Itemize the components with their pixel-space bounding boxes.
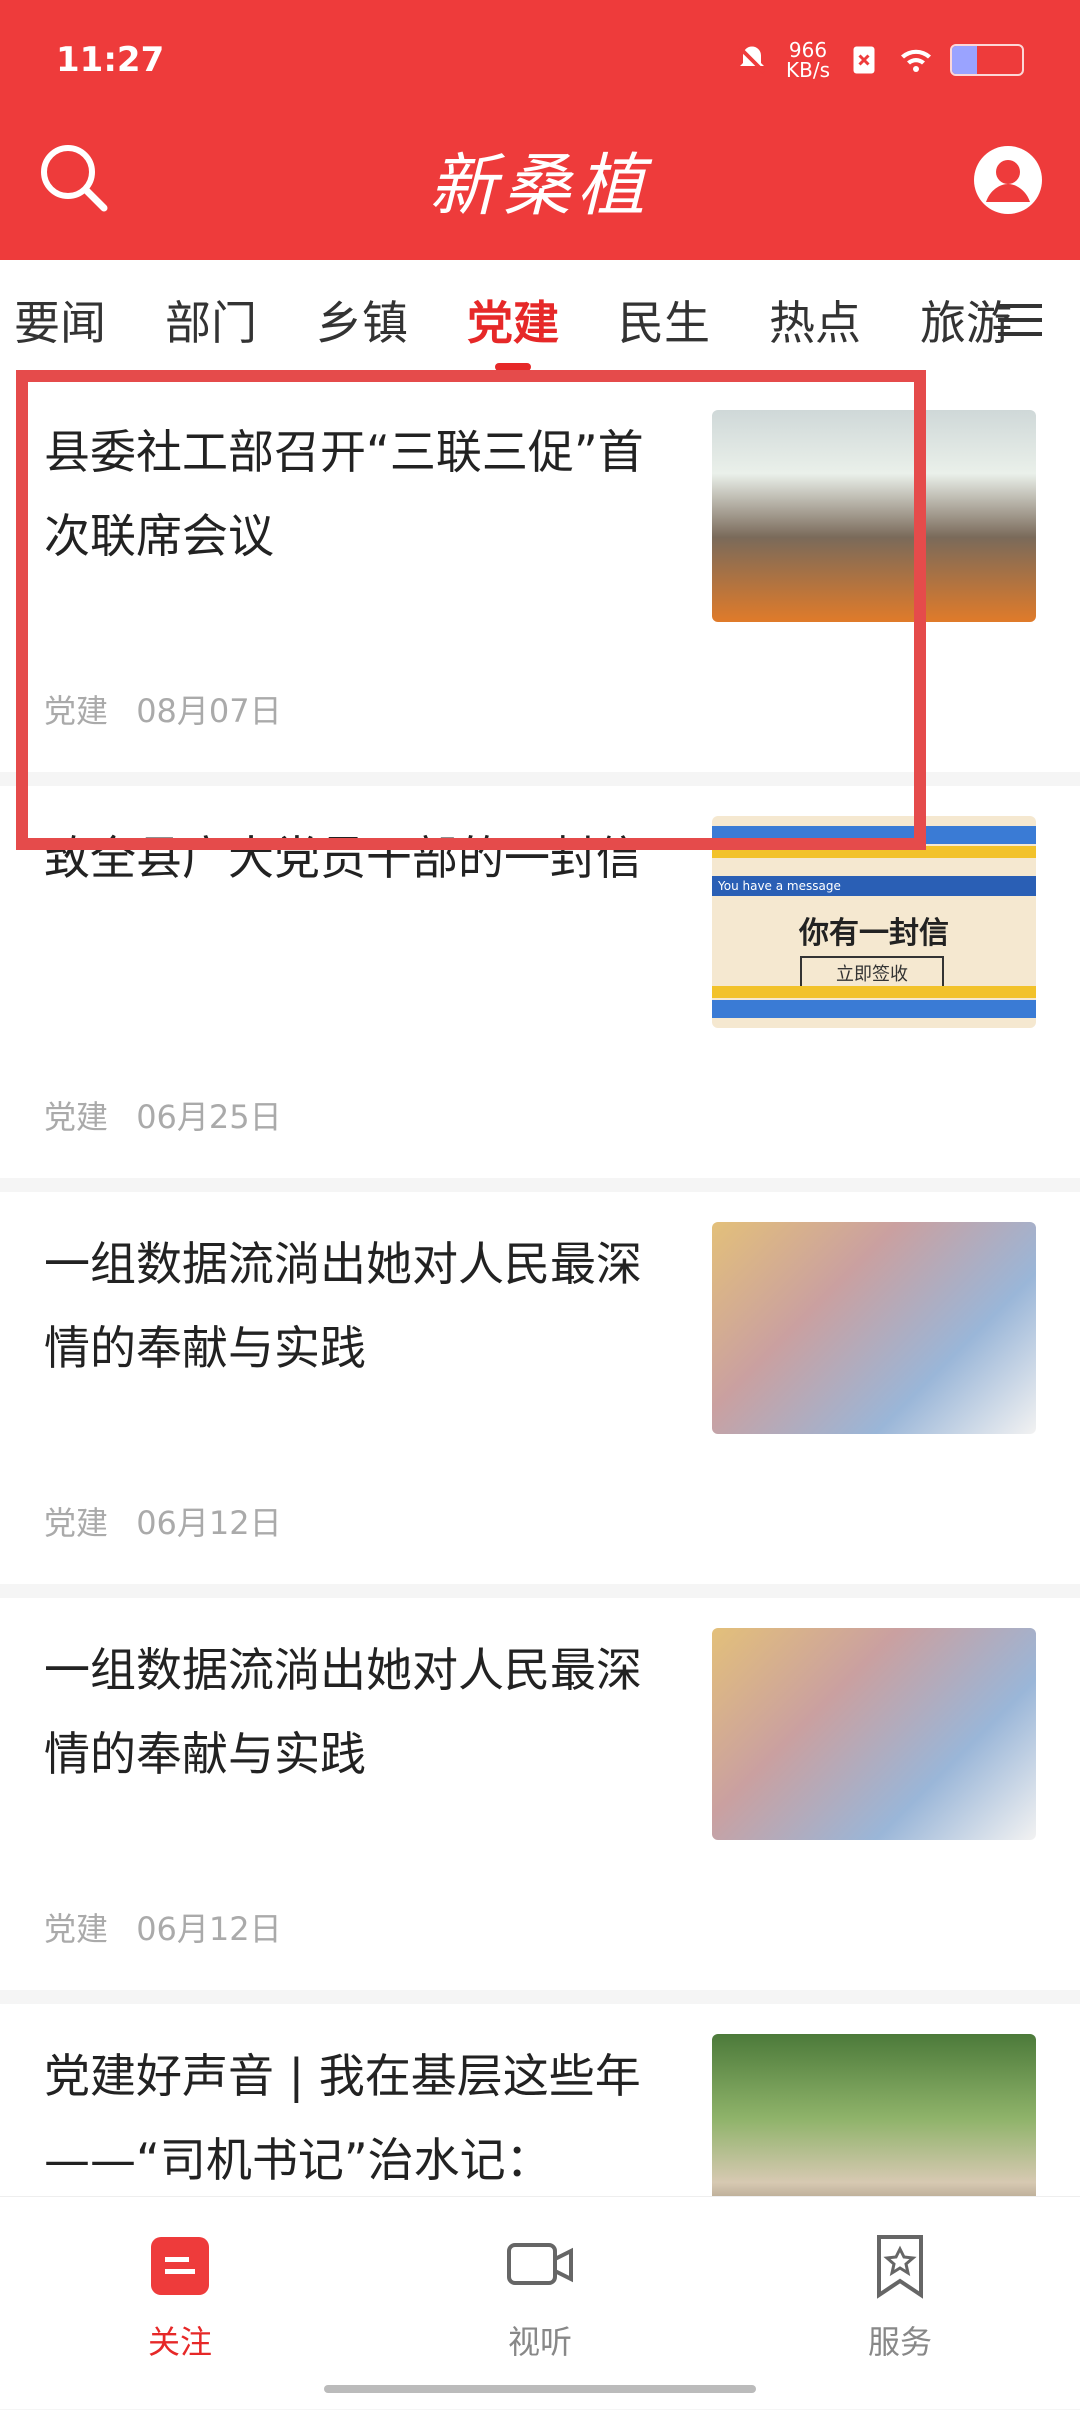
article-category: 党建 bbox=[44, 1504, 109, 1542]
tab-民生[interactable]: 民生 bbox=[618, 287, 710, 353]
article-category: 党建 bbox=[44, 692, 109, 730]
follow-icon bbox=[151, 2237, 209, 2295]
status-icons: 966 KB/s bbox=[734, 40, 1024, 80]
stripe bbox=[712, 986, 1036, 998]
nav-follow[interactable]: 关注 bbox=[80, 2233, 280, 2363]
article-title[interactable]: 党建好声音 | 我在基层这些年——“司机书记”治水记： bbox=[44, 2034, 674, 2202]
meeting-photo[interactable] bbox=[712, 410, 1036, 622]
status-time: 11:27 bbox=[56, 40, 165, 80]
nav-video[interactable]: 视听 bbox=[440, 2233, 640, 2363]
home-indicator[interactable] bbox=[324, 2385, 756, 2393]
app-header: 11:27 966 KB/s 新桑植 bbox=[0, 0, 1080, 260]
article-title[interactable]: 一组数据流淌出她对人民最深情的奉献与实践 bbox=[44, 1222, 674, 1390]
list-item[interactable]: 县委社工部召开“三联三促”首次联席会议 党建 08月07日 bbox=[0, 380, 1080, 786]
tab-党建[interactable]: 党建 bbox=[467, 287, 559, 353]
letter-graphic[interactable]: You have a message 你有一封信 立即签收 bbox=[712, 816, 1036, 1028]
message-bar: You have a message bbox=[712, 876, 1036, 896]
net-speed-unit: KB/s bbox=[786, 58, 830, 82]
stripe bbox=[712, 1000, 1036, 1018]
woman-writing-photo[interactable] bbox=[712, 1628, 1036, 1840]
article-title[interactable]: 县委社工部召开“三联三促”首次联席会议 bbox=[44, 410, 674, 578]
nav-service-label: 服务 bbox=[867, 2323, 932, 2361]
mute-bell-icon bbox=[738, 46, 766, 74]
article-date: 08月07日 bbox=[136, 692, 282, 730]
profile-icon[interactable] bbox=[972, 144, 1044, 216]
category-tabs: 要闻 部门 乡镇 党建 民生 热点 旅游 bbox=[0, 260, 1080, 380]
battery-fill bbox=[952, 46, 977, 74]
menu-icon[interactable] bbox=[998, 300, 1042, 340]
article-date: 06月25日 bbox=[136, 1098, 282, 1136]
no-sim-icon bbox=[853, 46, 875, 74]
wifi-icon bbox=[901, 49, 931, 72]
nav-service[interactable]: 服务 bbox=[800, 2233, 1000, 2363]
article-category: 党建 bbox=[44, 1910, 109, 1948]
nav-video-label: 视听 bbox=[507, 2323, 572, 2361]
stripe bbox=[712, 826, 1036, 844]
stripe bbox=[712, 846, 1036, 858]
article-title[interactable]: 一组数据流淌出她对人民最深情的奉献与实践 bbox=[44, 1628, 674, 1796]
video-icon bbox=[507, 2243, 573, 2285]
woman-writing-photo[interactable] bbox=[712, 1222, 1036, 1434]
article-date: 06月12日 bbox=[136, 1910, 282, 1948]
article-meta: 党建 08月07日 bbox=[44, 686, 282, 732]
bookmark-star-icon bbox=[877, 2235, 923, 2299]
bottom-nav: 关注 视听 服务 bbox=[0, 2196, 1080, 2409]
net-speed: 966 KB/s bbox=[786, 40, 830, 80]
app-logo: 新桑植 bbox=[428, 147, 651, 226]
list-item[interactable]: 一组数据流淌出她对人民最深情的奉献与实践 党建 06月12日 bbox=[0, 1192, 1080, 1598]
tab-要闻[interactable]: 要闻 bbox=[14, 287, 106, 353]
letter-heading: 你有一封信 bbox=[799, 916, 949, 951]
article-meta: 党建 06月25日 bbox=[44, 1092, 282, 1138]
net-speed-value: 966 bbox=[788, 38, 828, 62]
article-meta: 党建 06月12日 bbox=[44, 1904, 282, 1950]
list-item[interactable]: 致全县广大党员干部的一封信 党建 06月25日 You have a messa… bbox=[0, 786, 1080, 1192]
news-feed: 县委社工部召开“三联三促”首次联席会议 党建 08月07日 致全县广大党员干部的… bbox=[0, 380, 1080, 2410]
article-category: 党建 bbox=[44, 1098, 109, 1136]
article-date: 06月12日 bbox=[136, 1504, 282, 1542]
tab-部门[interactable]: 部门 bbox=[165, 287, 257, 353]
article-title[interactable]: 致全县广大党员干部的一封信 bbox=[44, 816, 674, 900]
article-meta: 党建 06月12日 bbox=[44, 1498, 282, 1544]
tab-乡镇[interactable]: 乡镇 bbox=[316, 287, 408, 353]
list-item[interactable]: 一组数据流淌出她对人民最深情的奉献与实践 党建 06月12日 bbox=[0, 1598, 1080, 2004]
tab-热点[interactable]: 热点 bbox=[769, 287, 861, 353]
battery-icon bbox=[950, 44, 1024, 76]
nav-follow-label: 关注 bbox=[147, 2323, 212, 2361]
